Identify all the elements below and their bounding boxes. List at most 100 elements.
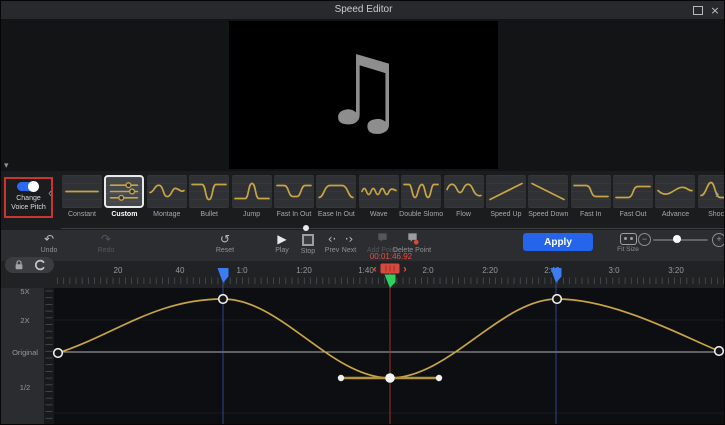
- preset-thumbnail: [359, 175, 399, 208]
- playhead-step-right-icon[interactable]: ›: [403, 264, 407, 276]
- preset-wave[interactable]: Wave: [359, 175, 399, 225]
- preset-label: Jump: [232, 211, 272, 218]
- preset-speed-down[interactable]: Speed Down: [528, 175, 568, 225]
- delete-point-button[interactable]: Delete Point: [390, 232, 434, 254]
- preset-label: Fast In Out: [274, 211, 314, 218]
- preset-label: Double Slomo: [401, 211, 441, 218]
- preset-fast-in[interactable]: Fast In: [571, 175, 611, 225]
- curve-anchor-point[interactable]: [715, 347, 724, 356]
- preset-thumbnail: [698, 175, 725, 208]
- collapse-arrow-icon[interactable]: ▾: [4, 161, 9, 171]
- curve-anchor-point[interactable]: [553, 295, 562, 304]
- maximize-icon: [693, 6, 703, 15]
- playhead-step-left-icon[interactable]: ‹: [373, 264, 377, 276]
- preset-thumbnail: [316, 175, 356, 208]
- playhead-timecode: 00:01:46.92: [353, 252, 429, 261]
- zoom-in-icon[interactable]: +: [712, 233, 725, 247]
- y-axis-label: 5X: [20, 287, 29, 296]
- curve-anchor-point[interactable]: [219, 295, 228, 304]
- ruler-time-label: 2:20: [482, 266, 498, 275]
- preset-label: Montage: [147, 211, 187, 218]
- close-button[interactable]: ×: [707, 1, 723, 19]
- y-axis-mini-ruler: [44, 288, 54, 425]
- preset-thumbnail: [528, 175, 568, 208]
- ruler-time-label: 40: [176, 266, 185, 275]
- preset-fast-out[interactable]: Fast Out: [613, 175, 653, 225]
- ruler-time-label: 1:20: [296, 266, 312, 275]
- titlebar: Speed Editor ×: [1, 1, 725, 19]
- speed-editor-window: Speed Editor × ♫ ▾ Change Voice Pitch ‹ …: [0, 0, 725, 425]
- preset-label: Shock: [698, 211, 725, 218]
- preset-thumbnail: [655, 175, 695, 208]
- preset-constant[interactable]: Constant: [62, 175, 102, 225]
- lock-icon[interactable]: [13, 259, 25, 271]
- undo-button[interactable]: ↶ Undo: [27, 232, 71, 254]
- zoom-slider-handle[interactable]: [673, 235, 681, 243]
- preset-list: Constant Custom Montage Bullet Jump Fast…: [62, 175, 725, 225]
- speed-up-icon: [486, 175, 526, 208]
- bullet-icon: [189, 175, 229, 208]
- reset-button[interactable]: ↺ Reset: [203, 232, 247, 254]
- apply-button[interactable]: Apply: [523, 233, 593, 251]
- wave-icon: [359, 175, 399, 208]
- preset-thumbnail: [571, 175, 611, 208]
- curve-anchor-point[interactable]: [54, 349, 63, 358]
- preset-thumbnail: [401, 175, 441, 208]
- bezier-handle-dot[interactable]: [436, 375, 442, 381]
- preset-jump[interactable]: Jump: [232, 175, 272, 225]
- montage-icon: [147, 175, 187, 208]
- preset-thumbnail: [104, 175, 144, 208]
- preset-ease-in-out[interactable]: Ease In Out: [316, 175, 356, 225]
- shock-icon: [698, 175, 725, 208]
- presets-scroll-right-icon[interactable]: ›: [715, 186, 719, 201]
- ruler-time-label: 2:0: [422, 266, 434, 275]
- fast-in-out-icon: [274, 175, 314, 208]
- bezier-handle-dot[interactable]: [338, 375, 344, 381]
- ruler-time-label: 1:0: [236, 266, 248, 275]
- preset-flow[interactable]: Flow: [444, 175, 484, 225]
- preset-advance[interactable]: Advance: [655, 175, 695, 225]
- voice-pitch-toggle[interactable]: [17, 182, 37, 191]
- preset-thumbnail: [232, 175, 272, 208]
- preset-thumbnail: [189, 175, 229, 208]
- speed-down-icon: [528, 175, 568, 208]
- y-axis-label: Original: [12, 348, 38, 357]
- preset-fast-in-out[interactable]: Fast In Out: [274, 175, 314, 225]
- ruler-time-label: 3:0: [608, 266, 620, 275]
- preset-montage[interactable]: Montage: [147, 175, 187, 225]
- presets-scroll-left-icon[interactable]: ‹: [48, 185, 52, 200]
- preset-label: Constant: [62, 211, 102, 218]
- preset-thumbnail: [486, 175, 526, 208]
- reset-icon: ↺: [203, 232, 247, 246]
- ripple-rotate-icon[interactable]: [34, 259, 46, 271]
- preset-label: Ease In Out: [316, 211, 356, 218]
- custom-icon: [106, 177, 142, 206]
- preset-shock[interactable]: Shock: [698, 175, 725, 225]
- fast-in-icon: [571, 175, 611, 208]
- y-axis-label: 2X: [20, 316, 29, 325]
- delete-point-flag-icon: [390, 232, 434, 246]
- curve-selected-point[interactable]: [385, 373, 395, 383]
- music-note-icon: ♫: [320, 43, 406, 139]
- ruler-time-label: 20: [114, 266, 123, 275]
- zoom-out-icon[interactable]: −: [638, 233, 651, 246]
- preset-label: Speed Up: [486, 211, 526, 218]
- redo-button[interactable]: ↷ Redo: [84, 232, 128, 254]
- preset-scrollbar-handle[interactable]: [303, 225, 309, 231]
- maximize-button[interactable]: [690, 1, 706, 19]
- advance-icon: [655, 175, 695, 208]
- preview-zone: ♫: [1, 19, 725, 171]
- preset-label: Fast Out: [613, 211, 653, 218]
- preset-scrollbar[interactable]: [61, 228, 725, 229]
- undo-icon: ↶: [27, 232, 71, 246]
- window-title: Speed Editor: [1, 1, 725, 19]
- preset-custom[interactable]: Custom: [104, 175, 144, 225]
- preset-thumbnail: [147, 175, 187, 208]
- preset-double-slomo[interactable]: Double Slomo: [401, 175, 441, 225]
- y-axis-label: 1/2: [20, 383, 30, 392]
- preset-bullet[interactable]: Bullet: [189, 175, 229, 225]
- fit-size-icon: [620, 233, 637, 245]
- voice-pitch-label-1: Change: [6, 195, 51, 202]
- preset-label: Custom: [104, 211, 144, 218]
- preset-speed-up[interactable]: Speed Up: [486, 175, 526, 225]
